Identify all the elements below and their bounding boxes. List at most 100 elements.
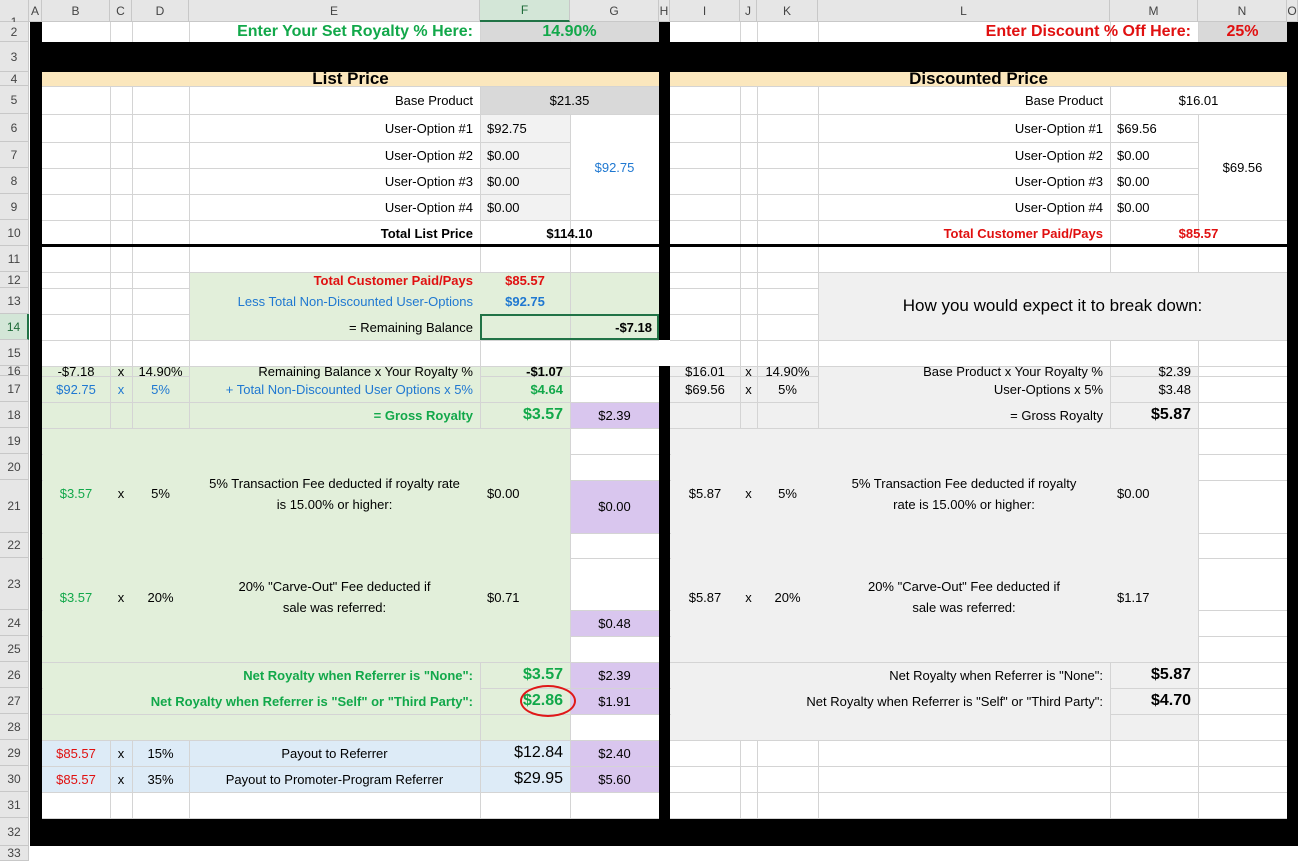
d-option4-value: $0.00: [1117, 199, 1150, 215]
d-net-none-value: $5.87: [1150, 666, 1191, 683]
column-header-n[interactable]: N: [1198, 0, 1287, 22]
gridline: [670, 340, 1287, 341]
column-header-l[interactable]: L: [818, 0, 1110, 22]
column-header-f[interactable]: F: [480, 0, 570, 22]
row-header-25[interactable]: 25: [0, 636, 29, 662]
gridline: [1198, 740, 1199, 818]
row-header-6[interactable]: 6: [0, 114, 29, 142]
row-header-29[interactable]: 29: [0, 740, 29, 766]
row-header-33[interactable]: 33: [0, 846, 29, 861]
d-carve-value: $1.17: [1117, 589, 1150, 605]
fee-b: $3.57: [59, 486, 93, 501]
row-header-27[interactable]: 27: [0, 688, 29, 714]
carve-c: x: [117, 589, 125, 605]
row-header-28[interactable]: 28: [0, 714, 29, 740]
royalty-input[interactable]: 14.90%: [480, 22, 659, 42]
d-r17-k: 5%: [778, 381, 797, 397]
row-header-4[interactable]: 4: [0, 72, 29, 86]
options-total: $92.75: [594, 159, 635, 175]
option1-value: $92.75: [487, 120, 527, 136]
column-header-c[interactable]: C: [110, 0, 132, 22]
option4-label: User-Option #4: [384, 199, 473, 215]
gap-row-15: [42, 340, 1287, 366]
row-header-11[interactable]: 11: [0, 246, 29, 272]
row-header-17[interactable]: 17: [0, 376, 29, 402]
pay-value: $12.84: [514, 744, 563, 761]
fee-value: $0.00: [487, 486, 520, 501]
column-header-j[interactable]: J: [740, 0, 757, 22]
row-header-3[interactable]: 3: [0, 42, 29, 72]
row-header-23[interactable]: 23: [0, 558, 29, 610]
row-header-8[interactable]: 8: [0, 168, 29, 194]
d-r17-i: $69.56: [685, 381, 725, 397]
d-option3-label: User-Option #3: [1014, 173, 1103, 189]
column-header-m[interactable]: M: [1110, 0, 1198, 22]
row-header-31[interactable]: 31: [0, 792, 29, 818]
row-header-5[interactable]: 5: [0, 86, 29, 114]
d-paid-label: Total Customer Paid/Pays: [943, 225, 1103, 241]
column-header-e[interactable]: E: [189, 0, 480, 22]
row-header-20[interactable]: 20: [0, 454, 29, 480]
column-header-a[interactable]: A: [29, 0, 42, 22]
row-header-14[interactable]: 14: [0, 314, 29, 340]
net-self-purple: $1.91: [598, 693, 631, 709]
base-product-value: $21.35: [549, 92, 590, 108]
gross-purple: $2.39: [598, 407, 631, 423]
discount-input[interactable]: 25%: [1198, 22, 1287, 42]
paid-value: $85.57: [505, 272, 545, 288]
d-r16-j: x: [745, 363, 752, 379]
spreadsheet-grid[interactable]: ABCDEFGHIJKLMNO1234567891011121314151617…: [0, 0, 1298, 863]
row-header-22[interactable]: 22: [0, 533, 29, 558]
carve-purple: $0.48: [598, 615, 631, 631]
row-header-16[interactable]: 16: [0, 364, 29, 378]
column-header-o[interactable]: O: [1287, 0, 1298, 22]
d-base-value: $16.01: [1178, 92, 1219, 108]
gridline: [480, 714, 659, 715]
row-header-32[interactable]: 32: [0, 818, 29, 846]
column-header-b[interactable]: B: [42, 0, 110, 22]
column-header-g[interactable]: G: [570, 0, 659, 22]
d-options-total: $69.56: [1222, 159, 1263, 175]
row-header-7[interactable]: 7: [0, 142, 29, 168]
cover-calc-left-28: [43, 715, 570, 740]
d-option1-value: $69.56: [1117, 120, 1157, 136]
carve-b: $3.57: [59, 589, 93, 605]
d-gross-value: $5.87: [1150, 406, 1191, 423]
royalty-label: Enter Your Set Royalty % Here:: [237, 23, 473, 40]
column-header-i[interactable]: I: [670, 0, 740, 22]
row-header-24[interactable]: 24: [0, 610, 29, 636]
row-header-26[interactable]: 26: [0, 662, 29, 688]
promo-purple: $5.60: [598, 771, 631, 787]
row-header-30[interactable]: 30: [0, 766, 29, 792]
gridline: [42, 818, 659, 819]
gridline: [670, 818, 1287, 819]
row-header-21[interactable]: 21: [0, 480, 29, 533]
d-r17-value: $3.48: [1158, 381, 1191, 397]
row-header-18[interactable]: 18: [0, 402, 29, 428]
highlight-circle: [520, 685, 576, 717]
column-header-h[interactable]: H: [659, 0, 670, 22]
row-header-12[interactable]: 12: [0, 272, 29, 288]
active-cell-selection[interactable]: [480, 314, 659, 340]
column-header-d[interactable]: D: [132, 0, 189, 22]
option2-value: $0.00: [487, 147, 520, 163]
discount-label: Enter Discount % Off Here:: [985, 23, 1191, 40]
row-header-9[interactable]: 9: [0, 194, 29, 220]
pay-label: Payout to Referrer: [281, 745, 388, 761]
gridline: [757, 740, 758, 818]
row-header-19[interactable]: 19: [0, 428, 29, 454]
row-header-15[interactable]: 15: [0, 340, 29, 366]
d-r17-j: x: [745, 381, 752, 397]
fee-label: 5% Transaction Fee deducted if royalty r…: [209, 475, 460, 512]
column-header-k[interactable]: K: [757, 0, 818, 22]
gridline: [42, 340, 659, 341]
d-option3-value: $0.00: [1117, 173, 1150, 189]
row-header-2[interactable]: 2: [0, 22, 29, 42]
r17-c: x: [117, 381, 125, 397]
option3-value: $0.00: [487, 173, 520, 189]
gridline: [42, 792, 659, 793]
row-header-10[interactable]: 10: [0, 220, 29, 246]
row-header-13[interactable]: 13: [0, 288, 29, 314]
r17-b: $92.75: [56, 381, 96, 397]
d-option1-label: User-Option #1: [1014, 120, 1103, 136]
